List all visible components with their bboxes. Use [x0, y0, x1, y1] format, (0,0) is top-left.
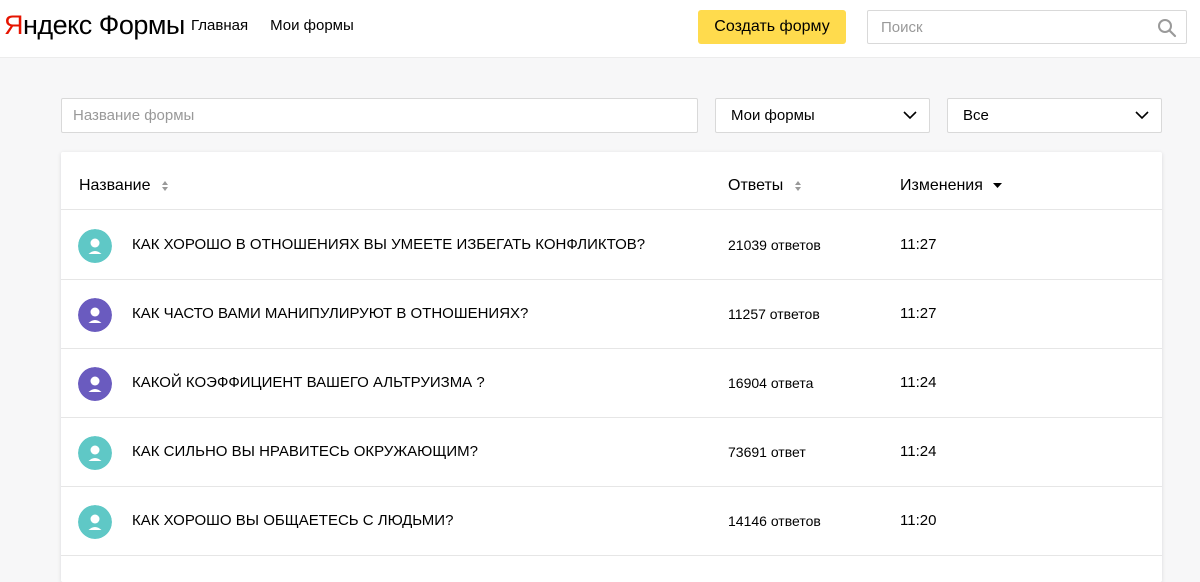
modified-time: 11:20	[900, 512, 937, 529]
chevron-down-icon	[1135, 111, 1149, 120]
modified-time: 11:24	[900, 374, 937, 391]
answers-count: 11257 ответов	[728, 306, 820, 322]
form-title: КАК СИЛЬНО ВЫ НРАВИТЕСЬ ОКРУЖАЮЩИМ?	[132, 443, 479, 460]
table-row[interactable]: КАК ХОРОШО В ОТНОШЕНИЯХ ВЫ УМЕЕТЕ ИЗБЕГА…	[61, 211, 1162, 280]
sort-desc-icon	[993, 182, 1003, 188]
top-header: Яндекс Формы Главная Мои формы Создать ф…	[0, 0, 1200, 58]
logo-text: ндекс Формы	[23, 10, 185, 40]
sort-icon	[161, 180, 168, 191]
search-box	[867, 10, 1187, 44]
column-changes-label: Изменения	[900, 177, 983, 194]
create-form-button[interactable]: Создать форму	[698, 10, 846, 44]
column-answers-label: Ответы	[728, 177, 784, 194]
modified-time: 11:24	[900, 443, 937, 460]
answers-count: 21039 ответов	[728, 237, 821, 253]
answers-count: 14146 ответов	[728, 513, 821, 529]
user-icon	[78, 505, 112, 539]
column-header-name[interactable]: Название	[79, 177, 169, 195]
search-icon[interactable]	[1157, 18, 1177, 38]
form-title: КАК ХОРОШО ВЫ ОБЩАЕТЕСЬ С ЛЮДЬМИ?	[132, 512, 454, 529]
form-name-input[interactable]	[62, 99, 697, 132]
logo[interactable]: Яндекс Формы	[4, 10, 185, 41]
owner-select-value: Мои формы	[731, 107, 815, 124]
table-row[interactable]: КАК ЧАСТО ВАМИ МАНИПУЛИРУЮТ В ОТНОШЕНИЯХ…	[61, 280, 1162, 349]
column-name-label: Название	[79, 177, 151, 194]
answers-count: 16904 ответа	[728, 375, 814, 391]
modified-time: 11:27	[900, 236, 937, 253]
forms-table: Название Ответы Изменения КАК ХОРОШО В О…	[61, 152, 1162, 582]
nav-home[interactable]: Главная	[191, 17, 248, 34]
form-title: КАК ЧАСТО ВАМИ МАНИПУЛИРУЮТ В ОТНОШЕНИЯХ…	[132, 305, 529, 322]
main-nav: Главная Мои формы	[191, 17, 354, 34]
owner-select[interactable]: Мои формы	[715, 98, 930, 133]
form-name-filter	[61, 98, 698, 133]
column-header-answers[interactable]: Ответы	[728, 177, 802, 195]
status-select-value: Все	[963, 107, 989, 124]
answers-count: 73691 ответ	[728, 444, 806, 460]
form-title: КАКОЙ КОЭФФИЦИЕНТ ВАШЕГО АЛЬТРУИЗМА ?	[132, 374, 485, 391]
table-header: Название Ответы Изменения	[61, 152, 1162, 210]
user-icon	[78, 436, 112, 470]
search-input[interactable]	[868, 11, 1148, 43]
sort-icon	[794, 180, 801, 191]
chevron-down-icon	[903, 111, 917, 120]
nav-my-forms[interactable]: Мои формы	[270, 17, 354, 34]
table-row[interactable]: КАКОЙ КОЭФФИЦИЕНТ ВАШЕГО АЛЬТРУИЗМА ? 16…	[61, 349, 1162, 418]
modified-time: 11:27	[900, 305, 937, 322]
logo-first-letter: Я	[4, 10, 24, 40]
user-icon	[78, 298, 112, 332]
form-title: КАК ХОРОШО В ОТНОШЕНИЯХ ВЫ УМЕЕТЕ ИЗБЕГА…	[132, 236, 646, 253]
column-header-changes[interactable]: Изменения	[900, 177, 1003, 195]
user-icon	[78, 229, 112, 263]
table-row[interactable]: КАК СИЛЬНО ВЫ НРАВИТЕСЬ ОКРУЖАЮЩИМ? 7369…	[61, 418, 1162, 487]
table-row[interactable]: КАК ХОРОШО ВЫ ОБЩАЕТЕСЬ С ЛЮДЬМИ? 14146 …	[61, 487, 1162, 556]
user-icon	[78, 367, 112, 401]
status-select[interactable]: Все	[947, 98, 1162, 133]
